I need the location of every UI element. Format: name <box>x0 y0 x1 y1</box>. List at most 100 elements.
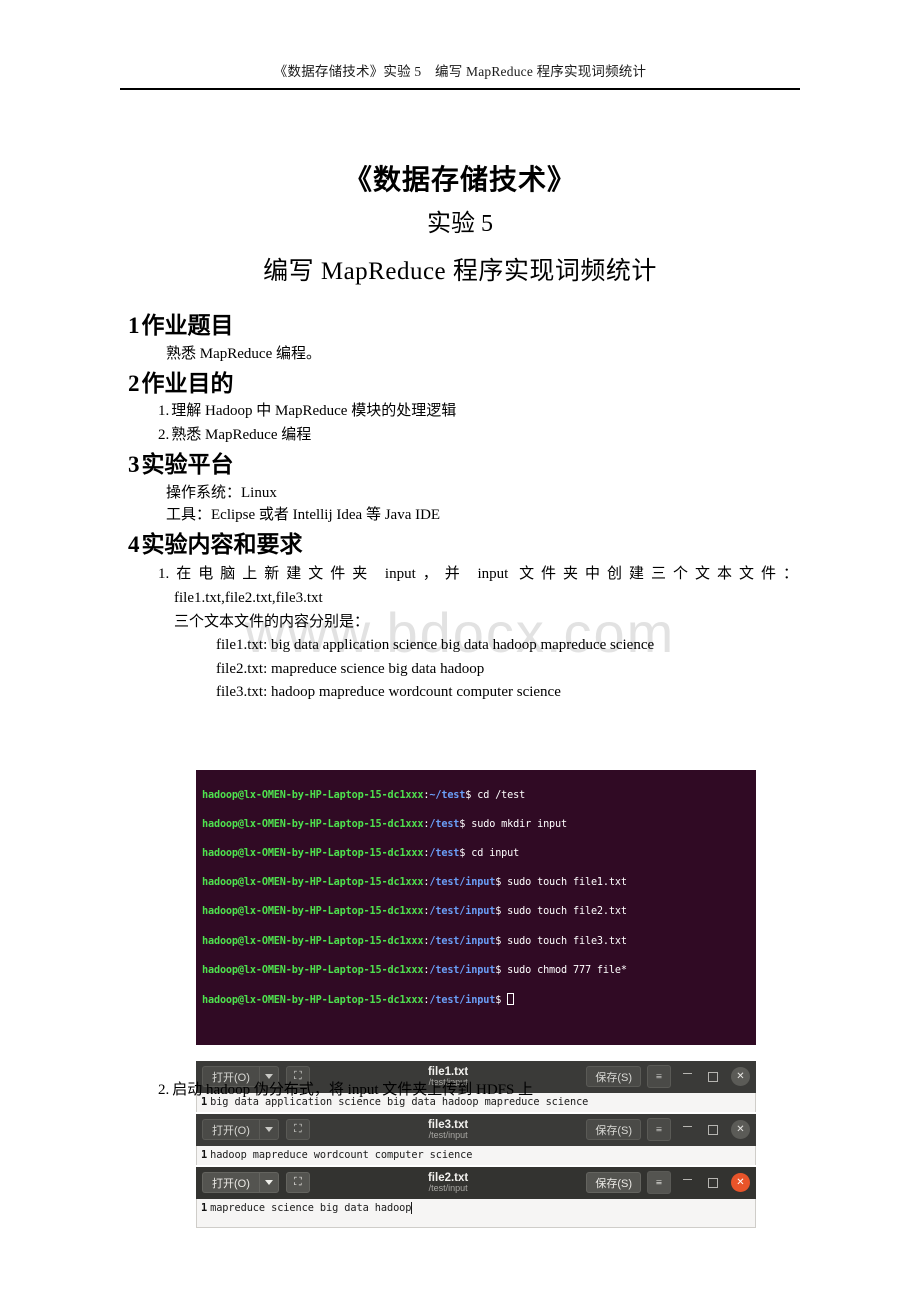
save-button[interactable]: 保存(S) <box>586 1119 641 1141</box>
line-number: 1 <box>201 1202 208 1215</box>
terminal-command: sudo touch file3.txt <box>501 935 627 947</box>
maximize-button[interactable] <box>703 1067 723 1087</box>
file-content-list: file1.txt: big data application science … <box>158 634 818 705</box>
list-item: 2. 熟悉 MapReduce 编程 <box>158 424 818 447</box>
hamburger-menu-icon[interactable]: ≡ <box>647 1171 671 1195</box>
section-heading-4: 4实验内容和要求 <box>128 527 818 562</box>
minimize-icon <box>682 1179 692 1181</box>
open-dropdown-button[interactable] <box>258 1172 279 1194</box>
document-title: 《数据存储技术》 <box>343 165 576 196</box>
section-heading-2: 2作业目的 <box>128 366 818 401</box>
list-index: 1. <box>158 565 170 582</box>
new-document-button[interactable]: ⛶ <box>285 1119 310 1141</box>
terminal-path: ~/test <box>429 789 466 801</box>
window-subtitle: /test/input <box>428 1183 468 1194</box>
close-icon: ✕ <box>736 1124 745 1136</box>
editor-line-content: hadoop mapreduce wordcount computer scie… <box>210 1149 473 1162</box>
file-content-line: file3.txt: hadoop mapreduce wordcount co… <box>216 684 561 701</box>
list-text: 理解 Hadoop 中 MapReduce 模块的处理逻辑 <box>171 403 457 420</box>
new-document-button[interactable]: ⛶ <box>285 1172 310 1194</box>
window-controls: 保存(S) ≡ ✕ <box>586 1064 750 1090</box>
task-1-text: 在电脑上新建文件夹 input，并 input 文件夹中创建三个文本文件： <box>169 565 798 582</box>
section-title-1: 作业题目 <box>141 313 234 338</box>
terminal-command: cd input <box>465 847 520 859</box>
section-1-line-1: 熟悉 MapReduce 编程。 <box>166 345 321 362</box>
terminal-path: /test <box>429 847 460 859</box>
task-1-line-1: 1.在电脑上新建文件夹 input，并 input 文件夹中创建三个文本文件： <box>158 562 798 586</box>
close-button[interactable]: ✕ <box>731 1120 750 1140</box>
maximize-icon <box>708 1124 718 1135</box>
terminal-line: hadoop@lx-OMEN-by-HP-Laptop-15-dc1xxx:/t… <box>202 935 750 950</box>
open-button[interactable]: 打开(O) <box>202 1172 259 1194</box>
gedit-window-file3: 打开(O) ⛶ file3.txt /test/input 保存(S) ≡ ✕ … <box>196 1113 756 1165</box>
window-title-block: file3.txt /test/input <box>310 1119 586 1141</box>
title-block: 《数据存储技术》 实验 5 编写 MapReduce 程序实现词频统计 <box>120 160 800 295</box>
task-1-line-3: 三个文本文件的内容分别是： <box>174 613 370 630</box>
save-button[interactable]: 保存(S) <box>586 1066 641 1088</box>
task-item-1: 1.在电脑上新建文件夹 input，并 input 文件夹中创建三个文本文件： … <box>158 562 818 634</box>
section-title-2: 作业目的 <box>141 370 234 396</box>
close-button[interactable]: ✕ <box>731 1067 750 1087</box>
new-document-icon: ⛶ <box>294 1176 302 1189</box>
save-button[interactable]: 保存(S) <box>586 1172 641 1194</box>
gedit-window-file2: 打开(O) ⛶ file2.txt /test/input 保存(S) ≡ ✕ … <box>196 1166 756 1228</box>
editor-text-area[interactable]: 1 hadoop mapreduce wordcount computer sci… <box>196 1145 756 1165</box>
header-rule <box>120 88 800 90</box>
terminal-line: hadoop@lx-OMEN-by-HP-Laptop-15-dc1xxx:~/… <box>202 789 750 804</box>
minimize-icon <box>682 1126 692 1128</box>
titlebar: 打开(O) ⛶ file3.txt /test/input 保存(S) ≡ ✕ <box>196 1113 756 1146</box>
terminal-user: hadoop@lx-OMEN-by-HP-Laptop-15-dc1xxx <box>202 994 424 1006</box>
window-controls: 保存(S) ≡ ✕ <box>586 1117 750 1143</box>
task-item-2: 2. 启动 hadoop 伪分布式，将 input 文件夹上传到 HDFS 上 <box>158 1078 533 1099</box>
hamburger-menu-icon[interactable]: ≡ <box>647 1065 671 1089</box>
line-number: 1 <box>201 1149 208 1162</box>
minimize-icon <box>682 1073 692 1075</box>
section-body-2: 1. 理解 Hadoop 中 MapReduce 模块的处理逻辑 2. 熟悉 Map… <box>128 400 818 447</box>
terminal-screenshot: hadoop@lx-OMEN-by-HP-Laptop-15-dc1xxx:~/… <box>196 770 756 1045</box>
terminal-cursor <box>507 992 515 1005</box>
screenshot-group: hadoop@lx-OMEN-by-HP-Laptop-15-dc1xxx:~/… <box>196 770 756 1228</box>
section-title-4: 实验内容和要求 <box>141 532 303 558</box>
document-page: www.bdocx.com 《数据存储技术》实验 5 编写 MapReduce … <box>0 0 920 1302</box>
window-title-block: file2.txt /test/input <box>310 1172 586 1194</box>
section-number-1: 1 <box>128 313 140 338</box>
section-number-4: 4 <box>128 532 140 558</box>
editor-text-area[interactable]: 1 mapreduce science big data hadoop <box>196 1198 756 1218</box>
maximize-button[interactable] <box>703 1120 723 1140</box>
close-icon: ✕ <box>736 1177 745 1189</box>
titlebar: 打开(O) ⛶ file2.txt /test/input 保存(S) ≡ ✕ <box>196 1166 756 1199</box>
sections: 1作业题目 熟悉 MapReduce 编程。 2作业目的 1. 理解 Hadoop… <box>128 308 818 705</box>
minimize-button[interactable] <box>677 1170 697 1196</box>
hamburger-menu-icon[interactable]: ≡ <box>647 1118 671 1142</box>
section-body-3: 操作系统：Linux 工具：Eclipse 或者 Intellij Idea 等… <box>128 482 818 528</box>
experiment-number: 实验 5 <box>427 211 493 237</box>
terminal-user: hadoop@lx-OMEN-by-HP-Laptop-15-dc1xxx <box>202 818 424 830</box>
terminal-path: /test <box>429 818 460 830</box>
terminal-path: /test/input <box>429 994 496 1006</box>
minimize-button[interactable] <box>677 1117 697 1143</box>
open-dropdown-button[interactable] <box>258 1119 279 1141</box>
terminal-user: hadoop@lx-OMEN-by-HP-Laptop-15-dc1xxx <box>202 964 424 976</box>
editor-body-filler <box>196 1217 756 1228</box>
file-content-line: file2.txt: mapreduce science big data ha… <box>216 660 485 677</box>
list-text: 熟悉 MapReduce 编程 <box>171 426 312 443</box>
running-header: 《数据存储技术》实验 5 编写 MapReduce 程序实现词频统计 <box>273 64 647 79</box>
section-number-3: 3 <box>128 451 140 477</box>
experiment-title: 编写 MapReduce 程序实现词频统计 <box>263 257 657 285</box>
editor-line-content: mapreduce science big data hadoop <box>210 1202 412 1215</box>
open-button[interactable]: 打开(O) <box>202 1119 259 1141</box>
terminal-command: sudo touch file1.txt <box>501 877 627 889</box>
section-heading-1: 1作业题目 <box>128 308 818 343</box>
terminal-path: /test/input <box>429 906 496 918</box>
terminal-line: hadoop@lx-OMEN-by-HP-Laptop-15-dc1xxx:/t… <box>202 905 750 920</box>
terminal-user: hadoop@lx-OMEN-by-HP-Laptop-15-dc1xxx <box>202 847 424 859</box>
maximize-icon <box>708 1177 718 1188</box>
window-subtitle: /test/input <box>428 1130 468 1141</box>
terminal-line: hadoop@lx-OMEN-by-HP-Laptop-15-dc1xxx:/t… <box>202 818 750 833</box>
maximize-button[interactable] <box>703 1173 723 1193</box>
section-3-line-2: 工具：Eclipse 或者 Intellij Idea 等 Java IDE <box>166 507 441 524</box>
terminal-user: hadoop@lx-OMEN-by-HP-Laptop-15-dc1xxx <box>202 906 424 918</box>
section-body-1: 熟悉 MapReduce 编程。 <box>128 343 818 366</box>
minimize-button[interactable] <box>677 1064 697 1090</box>
close-button[interactable]: ✕ <box>731 1173 750 1193</box>
